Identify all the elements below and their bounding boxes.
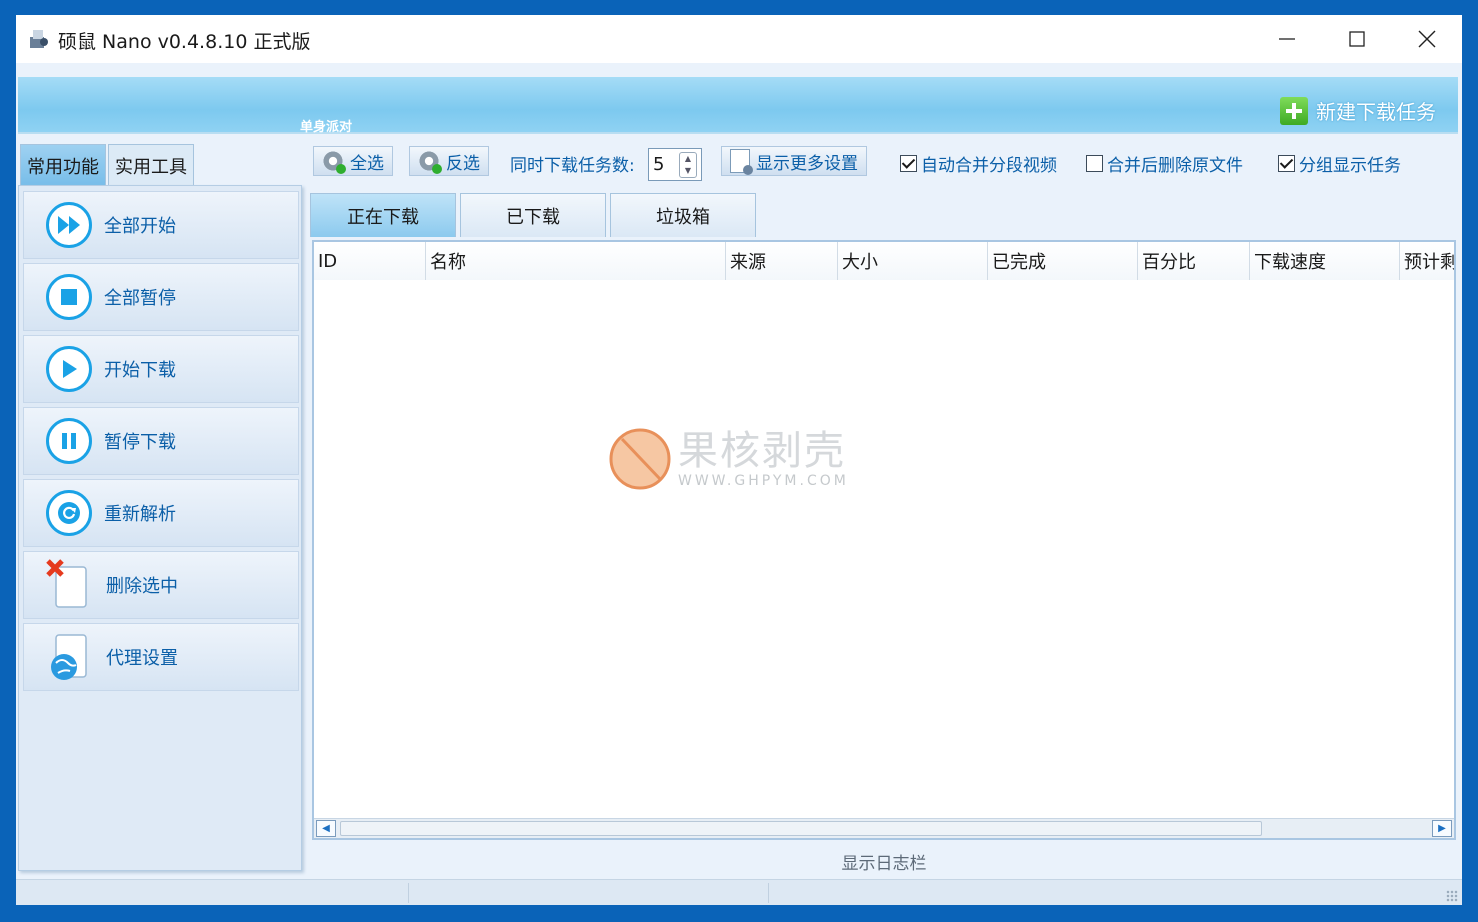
- tab-downloaded[interactable]: 已下载: [460, 193, 606, 237]
- gear-refresh-icon: [418, 150, 442, 174]
- column-header-speed[interactable]: 下载速度: [1250, 242, 1400, 280]
- column-header-id[interactable]: ID: [314, 242, 426, 280]
- app-mouse-icon: [30, 30, 48, 48]
- maximize-icon: [1349, 31, 1365, 47]
- top-banner: 单身派对 新建下载任务: [18, 77, 1458, 135]
- download-table[interactable]: ID 名称 来源 大小 已完成 百分比 下载速度 预计剩 ◀ ▶: [312, 240, 1456, 840]
- settings-doc-icon: [730, 149, 753, 175]
- column-header-size[interactable]: 大小: [838, 242, 988, 280]
- download-tabs: 正在下载 已下载 垃圾箱: [310, 193, 760, 237]
- concurrent-value[interactable]: 5: [649, 154, 679, 175]
- resize-grip-icon[interactable]: [1446, 890, 1458, 902]
- more-settings-button[interactable]: 显示更多设置: [721, 146, 867, 176]
- proxy-settings-label: 代理设置: [106, 648, 178, 669]
- proxy-settings-button[interactable]: 代理设置: [23, 623, 299, 691]
- delete-selected-label: 删除选中: [106, 576, 178, 597]
- minimize-icon: [1279, 38, 1295, 40]
- scroll-right-icon[interactable]: ▶: [1432, 820, 1452, 837]
- watermark: 果核剥壳 WWW.GHPYM.COM: [608, 427, 849, 491]
- gear-add-icon: [322, 150, 346, 174]
- column-header-name[interactable]: 名称: [426, 242, 726, 280]
- tab-trash[interactable]: 垃圾箱: [610, 193, 756, 237]
- status-divider: [408, 883, 409, 903]
- horizontal-scrollbar[interactable]: ◀ ▶: [314, 818, 1454, 838]
- table-header: ID 名称 来源 大小 已完成 百分比 下载速度 预计剩: [314, 242, 1454, 280]
- group-display-box[interactable]: [1278, 155, 1295, 172]
- close-icon: [1418, 30, 1436, 48]
- side-tab-bar: 常用功能 实用工具: [20, 144, 196, 186]
- window-title: 硕鼠 Nano v0.4.8.10 正式版: [58, 31, 311, 53]
- more-settings-label: 显示更多设置: [756, 153, 858, 174]
- scrollbar-thumb[interactable]: [340, 821, 1262, 836]
- tab-common-functions[interactable]: 常用功能: [20, 144, 106, 186]
- new-task-button[interactable]: 新建下载任务: [1280, 96, 1436, 125]
- banner-label[interactable]: 单身派对: [300, 116, 352, 135]
- column-header-percent[interactable]: 百分比: [1138, 242, 1250, 280]
- status-bar: [16, 879, 1462, 905]
- plus-icon: [1280, 96, 1308, 125]
- pause-download-label: 暂停下载: [104, 432, 176, 453]
- column-header-eta[interactable]: 预计剩: [1400, 242, 1454, 280]
- auto-merge-box[interactable]: [900, 155, 917, 172]
- pause-icon: [46, 418, 92, 464]
- tab-downloading[interactable]: 正在下载: [310, 193, 456, 237]
- select-all-label: 全选: [350, 153, 384, 174]
- app-window: 硕鼠 Nano v0.4.8.10 正式版 单身派对 新建下载任务 常用功能 实…: [16, 15, 1462, 905]
- auto-merge-label: 自动合并分段视频: [921, 156, 1057, 176]
- invert-select-button[interactable]: 反选: [409, 146, 489, 176]
- column-header-source[interactable]: 来源: [726, 242, 838, 280]
- delete-after-merge-box[interactable]: [1086, 155, 1103, 172]
- start-all-label: 全部开始: [104, 216, 176, 237]
- group-display-checkbox[interactable]: 分组显示任务: [1278, 151, 1401, 176]
- watermark-sub-text: WWW.GHPYM.COM: [678, 473, 849, 489]
- column-header-completed[interactable]: 已完成: [988, 242, 1138, 280]
- stop-icon: [46, 274, 92, 320]
- play-icon: [46, 346, 92, 392]
- close-button[interactable]: [1392, 15, 1462, 63]
- title-bar: 硕鼠 Nano v0.4.8.10 正式版: [16, 15, 1462, 63]
- maximize-button[interactable]: [1322, 15, 1392, 63]
- delete-doc-icon: [46, 559, 94, 611]
- side-panel: 全部开始 全部暂停 开始下载 暂停下载 重新解析 删除选中 代理设置: [18, 185, 302, 871]
- pause-all-button[interactable]: 全部暂停: [23, 263, 299, 331]
- stepper-up-icon[interactable]: ▲: [685, 154, 691, 163]
- watermark-main-text: 果核剥壳: [678, 428, 846, 474]
- start-download-label: 开始下载: [104, 360, 176, 381]
- reparse-button[interactable]: 重新解析: [23, 479, 299, 547]
- auto-merge-checkbox[interactable]: 自动合并分段视频: [900, 151, 1057, 176]
- watermark-logo-icon: [609, 428, 671, 490]
- globe-doc-icon: [46, 631, 94, 683]
- invert-select-label: 反选: [446, 153, 480, 174]
- start-all-button[interactable]: 全部开始: [23, 191, 299, 259]
- stepper-down-icon[interactable]: ▼: [685, 166, 691, 175]
- delete-selected-button[interactable]: 删除选中: [23, 551, 299, 619]
- concurrent-label: 同时下载任务数:: [510, 156, 635, 176]
- delete-after-merge-label: 合并后删除原文件: [1107, 156, 1243, 176]
- delete-after-merge-checkbox[interactable]: 合并后删除原文件: [1086, 151, 1243, 176]
- concurrent-stepper[interactable]: 5 ▲ ▼: [648, 148, 702, 181]
- minimize-button[interactable]: [1252, 15, 1322, 63]
- select-all-button[interactable]: 全选: [313, 146, 393, 176]
- group-display-label: 分组显示任务: [1299, 156, 1401, 176]
- refresh-icon: [46, 490, 92, 536]
- reparse-label: 重新解析: [104, 504, 176, 525]
- start-download-button[interactable]: 开始下载: [23, 335, 299, 403]
- tab-utilities[interactable]: 实用工具: [108, 144, 194, 186]
- fast-forward-icon: [46, 202, 92, 248]
- pause-download-button[interactable]: 暂停下载: [23, 407, 299, 475]
- show-log-toggle[interactable]: 显示日志栏: [312, 849, 1456, 875]
- stepper-arrows[interactable]: ▲ ▼: [679, 151, 697, 178]
- pause-all-label: 全部暂停: [104, 288, 176, 309]
- status-divider: [768, 883, 769, 903]
- scroll-left-icon[interactable]: ◀: [316, 820, 336, 837]
- new-task-label: 新建下载任务: [1316, 100, 1436, 124]
